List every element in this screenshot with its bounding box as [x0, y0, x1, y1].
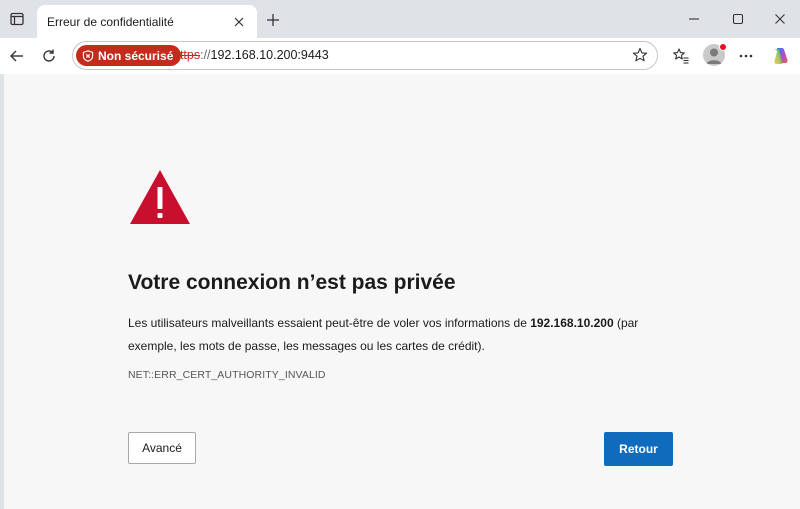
tab-title: Erreur de confidentialité — [47, 14, 174, 29]
url-host: 192.168.10.200:9443 — [210, 48, 329, 62]
favorites-list-icon — [673, 48, 689, 64]
star-icon — [632, 47, 648, 62]
favorites-button[interactable] — [670, 45, 692, 67]
navigation-toolbar: Non sécurisé https://192.168.10.200:9443 — [0, 38, 800, 74]
error-page: Votre connexion n’est pas privée Les uti… — [4, 74, 800, 509]
copilot-button[interactable] — [769, 45, 791, 67]
plus-icon — [267, 14, 279, 26]
shield-x-icon — [82, 49, 94, 62]
refresh-button[interactable] — [38, 45, 60, 67]
tab-strip: Erreur de confidentialité — [0, 0, 800, 38]
tab-active[interactable]: Erreur de confidentialité — [37, 5, 257, 38]
url-scheme: https — [173, 48, 201, 62]
back-nav-button[interactable] — [6, 45, 28, 67]
error-description: Les utilisateurs malveillants essaient p… — [128, 312, 688, 358]
url-separator: :// — [200, 48, 211, 62]
description-prefix: Les utilisateurs malveillants essaient p… — [128, 316, 531, 330]
description-host: 192.168.10.200 — [530, 316, 614, 330]
error-code: NET::ERR_CERT_AUTHORITY_INVALID — [128, 369, 326, 381]
advanced-button[interactable]: Avancé — [128, 432, 196, 464]
not-secure-label: Non sécurisé — [98, 48, 174, 63]
close-icon — [775, 14, 785, 24]
page-title: Votre connexion n’est pas privée — [128, 271, 456, 294]
settings-more-button[interactable] — [735, 45, 757, 67]
tab-actions-icon — [10, 12, 24, 26]
more-horizontal-icon — [739, 54, 753, 58]
minimize-button[interactable] — [683, 8, 705, 30]
browser-window: Erreur de confidentialité Non sécurisé h… — [0, 0, 800, 509]
warning-triangle-icon — [130, 170, 190, 224]
maximize-icon — [732, 13, 744, 25]
tab-actions-button[interactable] — [6, 8, 28, 30]
new-tab-button[interactable] — [262, 9, 284, 31]
close-window-button[interactable] — [769, 8, 791, 30]
minimize-icon — [689, 18, 699, 20]
arrow-left-icon — [10, 50, 23, 62]
add-favorite-button[interactable] — [630, 45, 650, 65]
back-to-safety-button[interactable]: Retour — [604, 432, 673, 466]
refresh-icon — [43, 49, 55, 62]
copilot-icon — [774, 48, 788, 64]
notification-dot — [719, 43, 727, 51]
maximize-button[interactable] — [727, 8, 749, 30]
close-icon — [234, 17, 244, 26]
not-secure-badge[interactable]: Non sécurisé — [76, 45, 182, 66]
tab-close-button[interactable] — [231, 14, 247, 30]
address-bar[interactable]: Non sécurisé https://192.168.10.200:9443 — [72, 41, 658, 70]
url-text: https://192.168.10.200:9443 — [173, 48, 329, 62]
